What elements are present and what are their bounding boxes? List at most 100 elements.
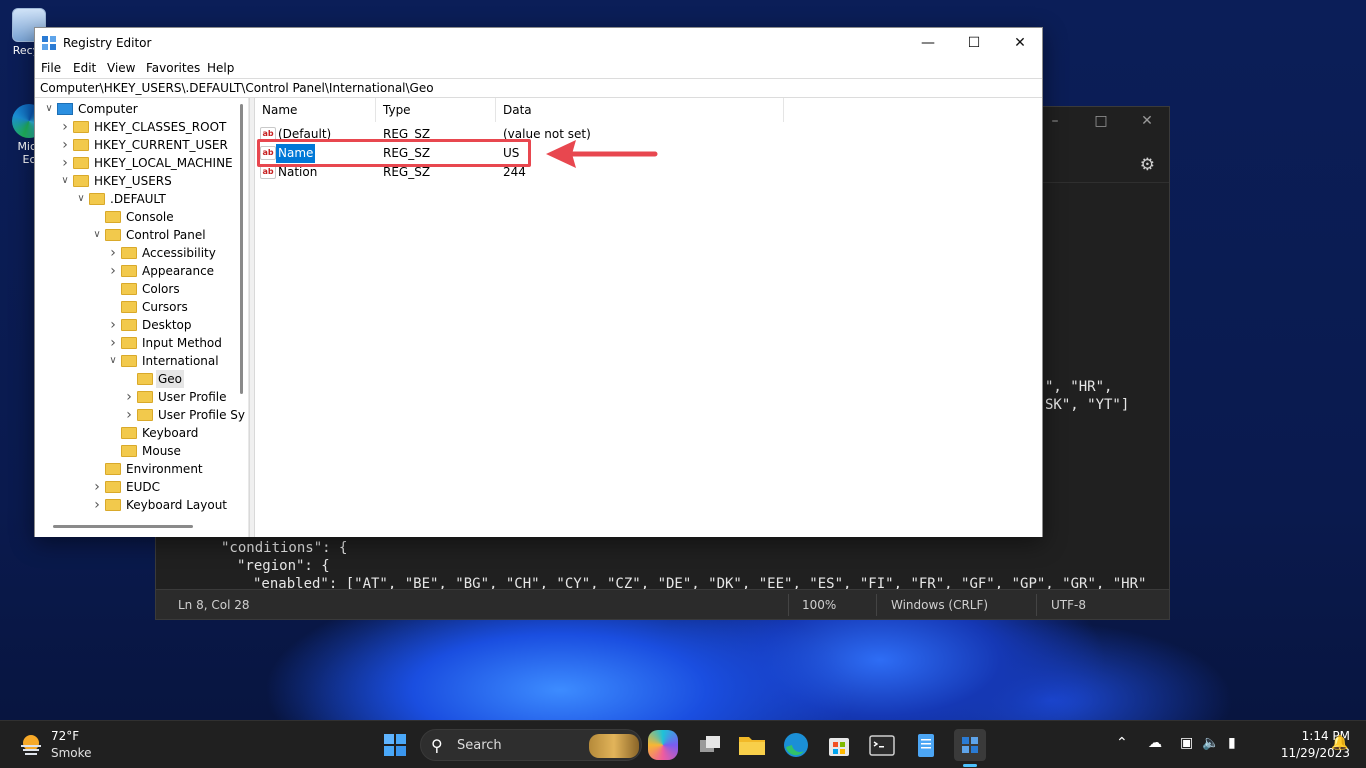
minimize-button[interactable]: —	[905, 28, 951, 58]
chevron-right-icon[interactable]: ›	[91, 478, 103, 496]
tree-item[interactable]: › HKEY_CURRENT_USER	[35, 136, 235, 154]
tree-horizontal-scrollbar[interactable]	[35, 516, 235, 536]
column-header-type[interactable]: Type	[376, 98, 496, 122]
folder-icon	[121, 301, 137, 313]
chevron-down-icon[interactable]: ∨	[75, 190, 87, 208]
chevron-right-icon[interactable]: ›	[59, 154, 71, 172]
registry-editor-window[interactable]: Registry Editor — ☐ ✕ File Edit View Fav…	[34, 27, 1043, 537]
address-bar[interactable]: Computer\HKEY_USERS\.DEFAULT\Control Pan…	[35, 78, 1042, 98]
tree-item[interactable]: › HKEY_LOCAL_MACHINE	[35, 154, 235, 172]
chevron-down-icon[interactable]: ∨	[91, 226, 103, 244]
tree-item[interactable]: Geo	[35, 370, 235, 388]
tree-item[interactable]: › Keyboard Layout	[35, 496, 235, 514]
tree-item[interactable]: Environment	[35, 460, 235, 478]
chevron-right-icon[interactable]: ›	[59, 118, 71, 136]
chevron-right-icon[interactable]: ›	[123, 388, 135, 406]
folder-icon	[73, 121, 89, 133]
taskbar: 72°F Smoke ⚲ Search ⌃ ☁ ▣ 🔈 ▮ 1:14 PM 11…	[0, 720, 1366, 768]
taskbar-search-box[interactable]: ⚲ Search	[420, 729, 642, 761]
regedit-icon[interactable]	[954, 729, 986, 761]
menu-edit[interactable]: Edit	[73, 61, 96, 75]
chevron-down-icon[interactable]: ∨	[59, 172, 71, 190]
tree-item[interactable]: ∨ .DEFAULT	[35, 190, 235, 208]
scroll-thumb[interactable]	[53, 525, 193, 528]
encoding[interactable]: UTF-8	[1051, 598, 1086, 612]
tree-item[interactable]: ∨ HKEY_USERS	[35, 172, 235, 190]
chevron-right-icon[interactable]: ›	[107, 244, 119, 262]
zoom-level[interactable]: 100%	[802, 598, 836, 612]
weather-temperature[interactable]: 72°F	[51, 729, 79, 743]
minimize-button[interactable]: –	[1045, 113, 1065, 133]
search-icon: ⚲	[431, 736, 443, 755]
notification-icon[interactable]: 🔔	[1331, 735, 1348, 751]
column-header-data[interactable]: Data	[496, 98, 784, 122]
chevron-right-icon[interactable]: ›	[91, 496, 103, 514]
chevron-up-icon[interactable]: ⌃	[1116, 735, 1128, 751]
tree-item[interactable]: › User Profile Sy	[35, 406, 245, 424]
folder-icon	[105, 463, 121, 475]
chevron-right-icon[interactable]: ›	[123, 406, 135, 424]
battery-icon[interactable]: ▮	[1228, 735, 1236, 751]
column-header-name[interactable]: Name	[255, 98, 376, 122]
close-button[interactable]: ✕	[997, 28, 1043, 58]
maximize-button[interactable]: □	[1091, 113, 1111, 133]
close-button[interactable]: ✕	[1137, 113, 1157, 133]
tree-item-label: HKEY_CURRENT_USER	[94, 138, 228, 152]
tree-item[interactable]: › Accessibility	[35, 244, 235, 262]
tree-item[interactable]: Cursors	[35, 298, 235, 316]
weather-haze-icon[interactable]	[18, 732, 44, 758]
chevron-right-icon[interactable]: ›	[107, 316, 119, 334]
store-icon[interactable]	[823, 729, 855, 761]
tree-item[interactable]: › User Profile	[35, 388, 235, 406]
key-tree[interactable]: ∨ Computer › HKEY_CLASSES_ROOT › HKEY_CURRENT…	[35, 98, 249, 537]
folder-icon	[121, 283, 137, 295]
line-ending[interactable]: Windows (CRLF)	[891, 598, 988, 612]
maximize-button[interactable]: ☐	[951, 28, 997, 58]
tree-item[interactable]: Colors	[35, 280, 235, 298]
tree-item[interactable]: ∨ International	[35, 352, 235, 370]
tree-item[interactable]: ∨ Control Panel	[35, 226, 235, 244]
menu-view[interactable]: View	[107, 61, 135, 75]
tree-item[interactable]: ∨ Computer	[35, 100, 235, 118]
cursor-position: Ln 8, Col 28	[178, 598, 250, 612]
weather-description[interactable]: Smoke	[51, 746, 92, 760]
chevron-right-icon[interactable]: ›	[107, 334, 119, 352]
chevron-right-icon[interactable]: ›	[59, 136, 71, 154]
tree-item[interactable]: › EUDC	[35, 478, 235, 496]
tree-item[interactable]: › Desktop	[35, 316, 235, 334]
onedrive-icon[interactable]: ☁	[1148, 735, 1162, 751]
string-value-icon: ab	[260, 165, 276, 179]
tree-item[interactable]: Console	[35, 208, 235, 226]
copilot-icon[interactable]	[648, 730, 678, 760]
title-bar[interactable]: Registry Editor — ☐ ✕	[35, 28, 1042, 58]
tree-item[interactable]: Keyboard	[35, 424, 235, 442]
file-explorer-icon[interactable]	[736, 729, 768, 761]
tree-vertical-scrollbar[interactable]	[236, 98, 248, 513]
volume-icon[interactable]: 🔈	[1202, 735, 1219, 751]
chevron-down-icon[interactable]: ∨	[43, 100, 55, 118]
tree-item-label: Mouse	[142, 444, 181, 458]
scroll-thumb[interactable]	[240, 104, 243, 394]
terminal-icon[interactable]	[866, 729, 898, 761]
tree-item-label: Desktop	[142, 318, 192, 332]
menu-help[interactable]: Help	[207, 61, 234, 75]
chevron-right-icon[interactable]: ›	[107, 262, 119, 280]
chevron-down-icon[interactable]: ∨	[107, 352, 119, 370]
windows-start-icon[interactable]	[379, 729, 411, 761]
folder-icon	[121, 319, 137, 331]
tree-item-label: Environment	[126, 462, 203, 476]
gear-icon[interactable]: ⚙	[1140, 155, 1155, 175]
folder-icon	[121, 355, 137, 367]
tree-item[interactable]: › Input Method	[35, 334, 235, 352]
tree-item[interactable]: › Appearance	[35, 262, 235, 280]
task-view-icon[interactable]	[694, 729, 726, 761]
menu-favorites[interactable]: Favorites	[146, 61, 200, 75]
tree-item[interactable]: › HKEY_CLASSES_ROOT	[35, 118, 235, 136]
notepad-icon[interactable]	[910, 729, 942, 761]
edge-icon[interactable]	[780, 729, 812, 761]
network-icon[interactable]: ▣	[1180, 735, 1193, 751]
menu-file[interactable]: File	[41, 61, 61, 75]
code-line: "conditions": {	[221, 540, 348, 556]
search-highlight-image	[589, 734, 639, 758]
tree-item[interactable]: Mouse	[35, 442, 235, 460]
